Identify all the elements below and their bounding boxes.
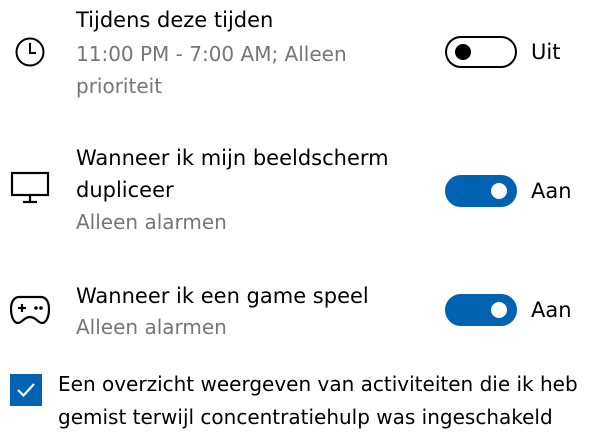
toggle-knob: [491, 183, 507, 199]
toggle-state-label: Aan: [531, 179, 572, 203]
toggle-state-label: Aan: [531, 298, 572, 322]
automatic-rules-panel: Tijdens deze tijden 11:00 PM - 7:00 AM; …: [0, 0, 600, 434]
toggle-knob: [491, 302, 507, 318]
show-summary-checkbox[interactable]: [10, 374, 42, 406]
checkmark-icon: [17, 383, 35, 398]
monitor-icon: [10, 171, 50, 204]
clock-icon: [15, 37, 45, 67]
playing-game-toggle[interactable]: [445, 294, 517, 326]
duplicate-display-toggle[interactable]: [445, 175, 517, 207]
gamepad-icon: [10, 295, 50, 325]
rule-description: Alleen alarmen: [76, 210, 227, 234]
rule-title: Wanneer ik een game speel: [76, 284, 369, 308]
rule-title: Wanneer ik mijn beeldscherm dupliceer: [76, 146, 389, 202]
rule-title: Tijdens deze tijden: [76, 8, 274, 32]
toggle-state-label: Uit: [531, 40, 561, 64]
time-range-toggle[interactable]: [445, 36, 517, 68]
rule-description: 11:00 PM - 7:00 AM; Alleen prioriteit: [76, 42, 347, 98]
toggle-knob: [455, 44, 471, 60]
rule-description: Alleen alarmen: [76, 315, 227, 339]
show-summary-label: Een overzicht weergeven van activiteiten…: [58, 372, 578, 429]
